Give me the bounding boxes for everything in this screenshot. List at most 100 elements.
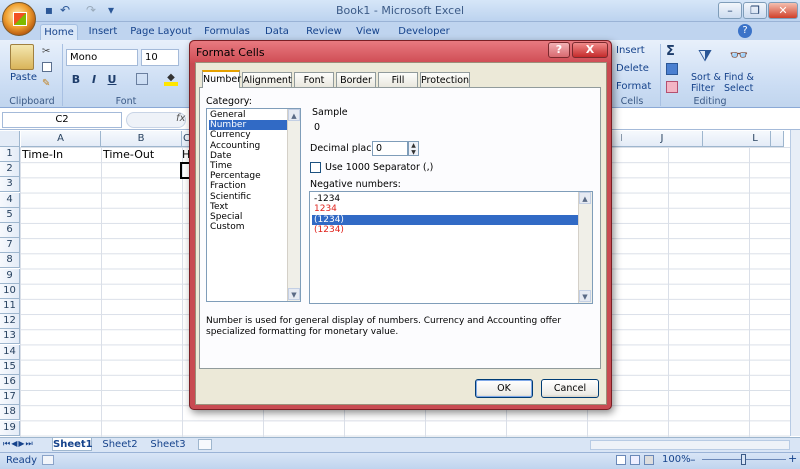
category-item-scientific[interactable]: Scientific [209, 192, 287, 202]
paste-button[interactable]: Paste [10, 72, 37, 83]
dialog-help-button[interactable]: ? [548, 42, 570, 58]
column-header-l[interactable]: L [740, 131, 771, 147]
dialog-tab-fill[interactable]: Fill [378, 72, 418, 88]
dialog-tab-border[interactable]: Border [336, 72, 376, 88]
row-header-8[interactable]: 8 [0, 253, 20, 269]
thousands-separator-checkbox[interactable] [310, 162, 321, 173]
scroll-up-icon[interactable]: ▲ [288, 109, 300, 121]
tab-insert[interactable]: Insert [84, 24, 122, 40]
tab-formulas[interactable]: Formulas [200, 24, 254, 40]
format-painter-icon[interactable]: ✎ [42, 78, 50, 89]
column-header-a[interactable]: A [21, 131, 101, 147]
autosum-icon[interactable]: Σ [666, 44, 675, 59]
negative-option[interactable]: -1234 [312, 194, 579, 204]
row-header-5[interactable]: 5 [0, 207, 20, 223]
cancel-button[interactable]: Cancel [541, 379, 599, 398]
vertical-scrollbar[interactable] [790, 130, 800, 436]
delete-cells-button[interactable]: Delete [616, 63, 649, 74]
minimize-button[interactable]: – [718, 2, 742, 19]
macro-record-icon[interactable] [42, 455, 54, 465]
font-size-combo[interactable]: 10 [141, 49, 179, 66]
close-button[interactable]: ✕ [768, 2, 798, 19]
decimal-places-input[interactable]: 0 [372, 141, 408, 156]
negative-option[interactable]: (1234) [312, 214, 579, 225]
column-header-j[interactable]: J [622, 131, 703, 147]
restore-button[interactable]: ❐ [743, 2, 767, 19]
scroll-up-icon[interactable]: ▲ [579, 192, 591, 204]
tab-data[interactable]: Data [262, 24, 292, 40]
negative-numbers-scrollbar[interactable]: ▲ ▼ [578, 192, 592, 303]
sort-label[interactable]: Sort & [691, 72, 721, 83]
negative-option[interactable]: 1234 [312, 204, 579, 214]
dialog-tab-alignment[interactable]: Alignment [242, 72, 292, 88]
dialog-tab-protection[interactable]: Protection [420, 72, 470, 88]
tab-review[interactable]: Review [304, 24, 344, 40]
row-header-14[interactable]: 14 [0, 344, 20, 360]
category-item-percentage[interactable]: Percentage [209, 171, 287, 181]
row-header-6[interactable]: 6 [0, 223, 20, 238]
category-item-date[interactable]: Date [209, 151, 287, 161]
page-layout-view-icon[interactable] [630, 455, 640, 465]
category-item-fraction[interactable]: Fraction [209, 181, 287, 191]
row-header-18[interactable]: 18 [0, 405, 20, 421]
cell-b1[interactable]: Time-Out [103, 148, 154, 161]
row-header-16[interactable]: 16 [0, 375, 20, 390]
row-header-2[interactable]: 2 [0, 162, 20, 178]
scroll-down-icon[interactable]: ▼ [288, 288, 300, 300]
negative-option[interactable]: (1234) [312, 225, 579, 235]
category-item-special[interactable]: Special [209, 212, 287, 222]
dialog-tab-number[interactable]: Number [202, 70, 241, 88]
negative-numbers-list[interactable]: -1234 1234 (1234) (1234) [309, 191, 593, 304]
select-all-corner[interactable] [0, 131, 20, 147]
row-header-9[interactable]: 9 [0, 268, 20, 284]
italic-button[interactable]: I [86, 71, 102, 87]
category-item-text[interactable]: Text [209, 202, 287, 212]
insert-cells-button[interactable]: Insert [616, 45, 645, 56]
row-header-12[interactable]: 12 [0, 314, 20, 330]
sheet-tab-3[interactable]: Sheet3 [146, 438, 190, 451]
normal-view-icon[interactable] [616, 455, 626, 465]
fill-down-icon[interactable] [666, 63, 678, 75]
row-header-11[interactable]: 11 [0, 299, 20, 314]
paste-icon[interactable] [10, 44, 34, 70]
dialog-tab-font[interactable]: Font [294, 72, 334, 88]
horizontal-scrollbar[interactable] [590, 440, 790, 450]
category-scrollbar[interactable]: ▲ ▼ [287, 109, 300, 301]
insert-function-button[interactable]: fx [176, 113, 185, 124]
tab-home[interactable]: Home [40, 24, 78, 40]
sheet-tab-2[interactable]: Sheet2 [98, 438, 142, 451]
select-label[interactable]: Select [724, 83, 753, 94]
tab-page-layout[interactable]: Page Layout [130, 24, 192, 40]
scroll-down-icon[interactable]: ▼ [579, 290, 591, 302]
category-item-currency[interactable]: Currency [209, 130, 287, 140]
tab-view[interactable]: View [352, 24, 384, 40]
dialog-close-button[interactable]: X [572, 42, 608, 58]
ok-button[interactable]: OK [475, 379, 533, 398]
category-item-accounting[interactable]: Accounting [209, 141, 287, 151]
name-box[interactable]: C2 [2, 112, 122, 128]
category-item-custom[interactable]: Custom [209, 222, 287, 232]
borders-icon[interactable] [136, 73, 148, 85]
clear-icon[interactable] [666, 81, 678, 93]
zoom-slider-thumb[interactable] [741, 454, 746, 465]
find-binoculars-icon[interactable]: 👓 [728, 46, 750, 66]
row-header-3[interactable]: 3 [0, 177, 20, 193]
font-name-combo[interactable]: Mono [66, 49, 138, 66]
category-item-number[interactable]: Number [209, 120, 287, 131]
find-label[interactable]: Find & [724, 72, 754, 83]
sort-filter-icon[interactable]: ⧩ [694, 46, 716, 66]
row-header-4[interactable]: 4 [0, 192, 20, 208]
cut-icon[interactable]: ✂ [42, 46, 50, 57]
sheet-tab-1[interactable]: Sheet1 [52, 438, 93, 451]
zoom-out-button[interactable]: – [690, 453, 696, 466]
filter-label[interactable]: Filter [691, 83, 715, 94]
insert-sheet-icon[interactable] [198, 439, 212, 450]
tab-developer[interactable]: Developer [396, 24, 452, 40]
zoom-level[interactable]: 100% [662, 454, 691, 465]
page-break-view-icon[interactable] [644, 455, 654, 465]
row-header-1[interactable]: 1 [0, 147, 20, 162]
category-item-general[interactable]: General [209, 110, 287, 120]
decimal-spinner[interactable]: ▲ ▼ [408, 141, 419, 156]
copy-icon[interactable] [42, 62, 52, 72]
row-header-10[interactable]: 10 [0, 283, 20, 299]
